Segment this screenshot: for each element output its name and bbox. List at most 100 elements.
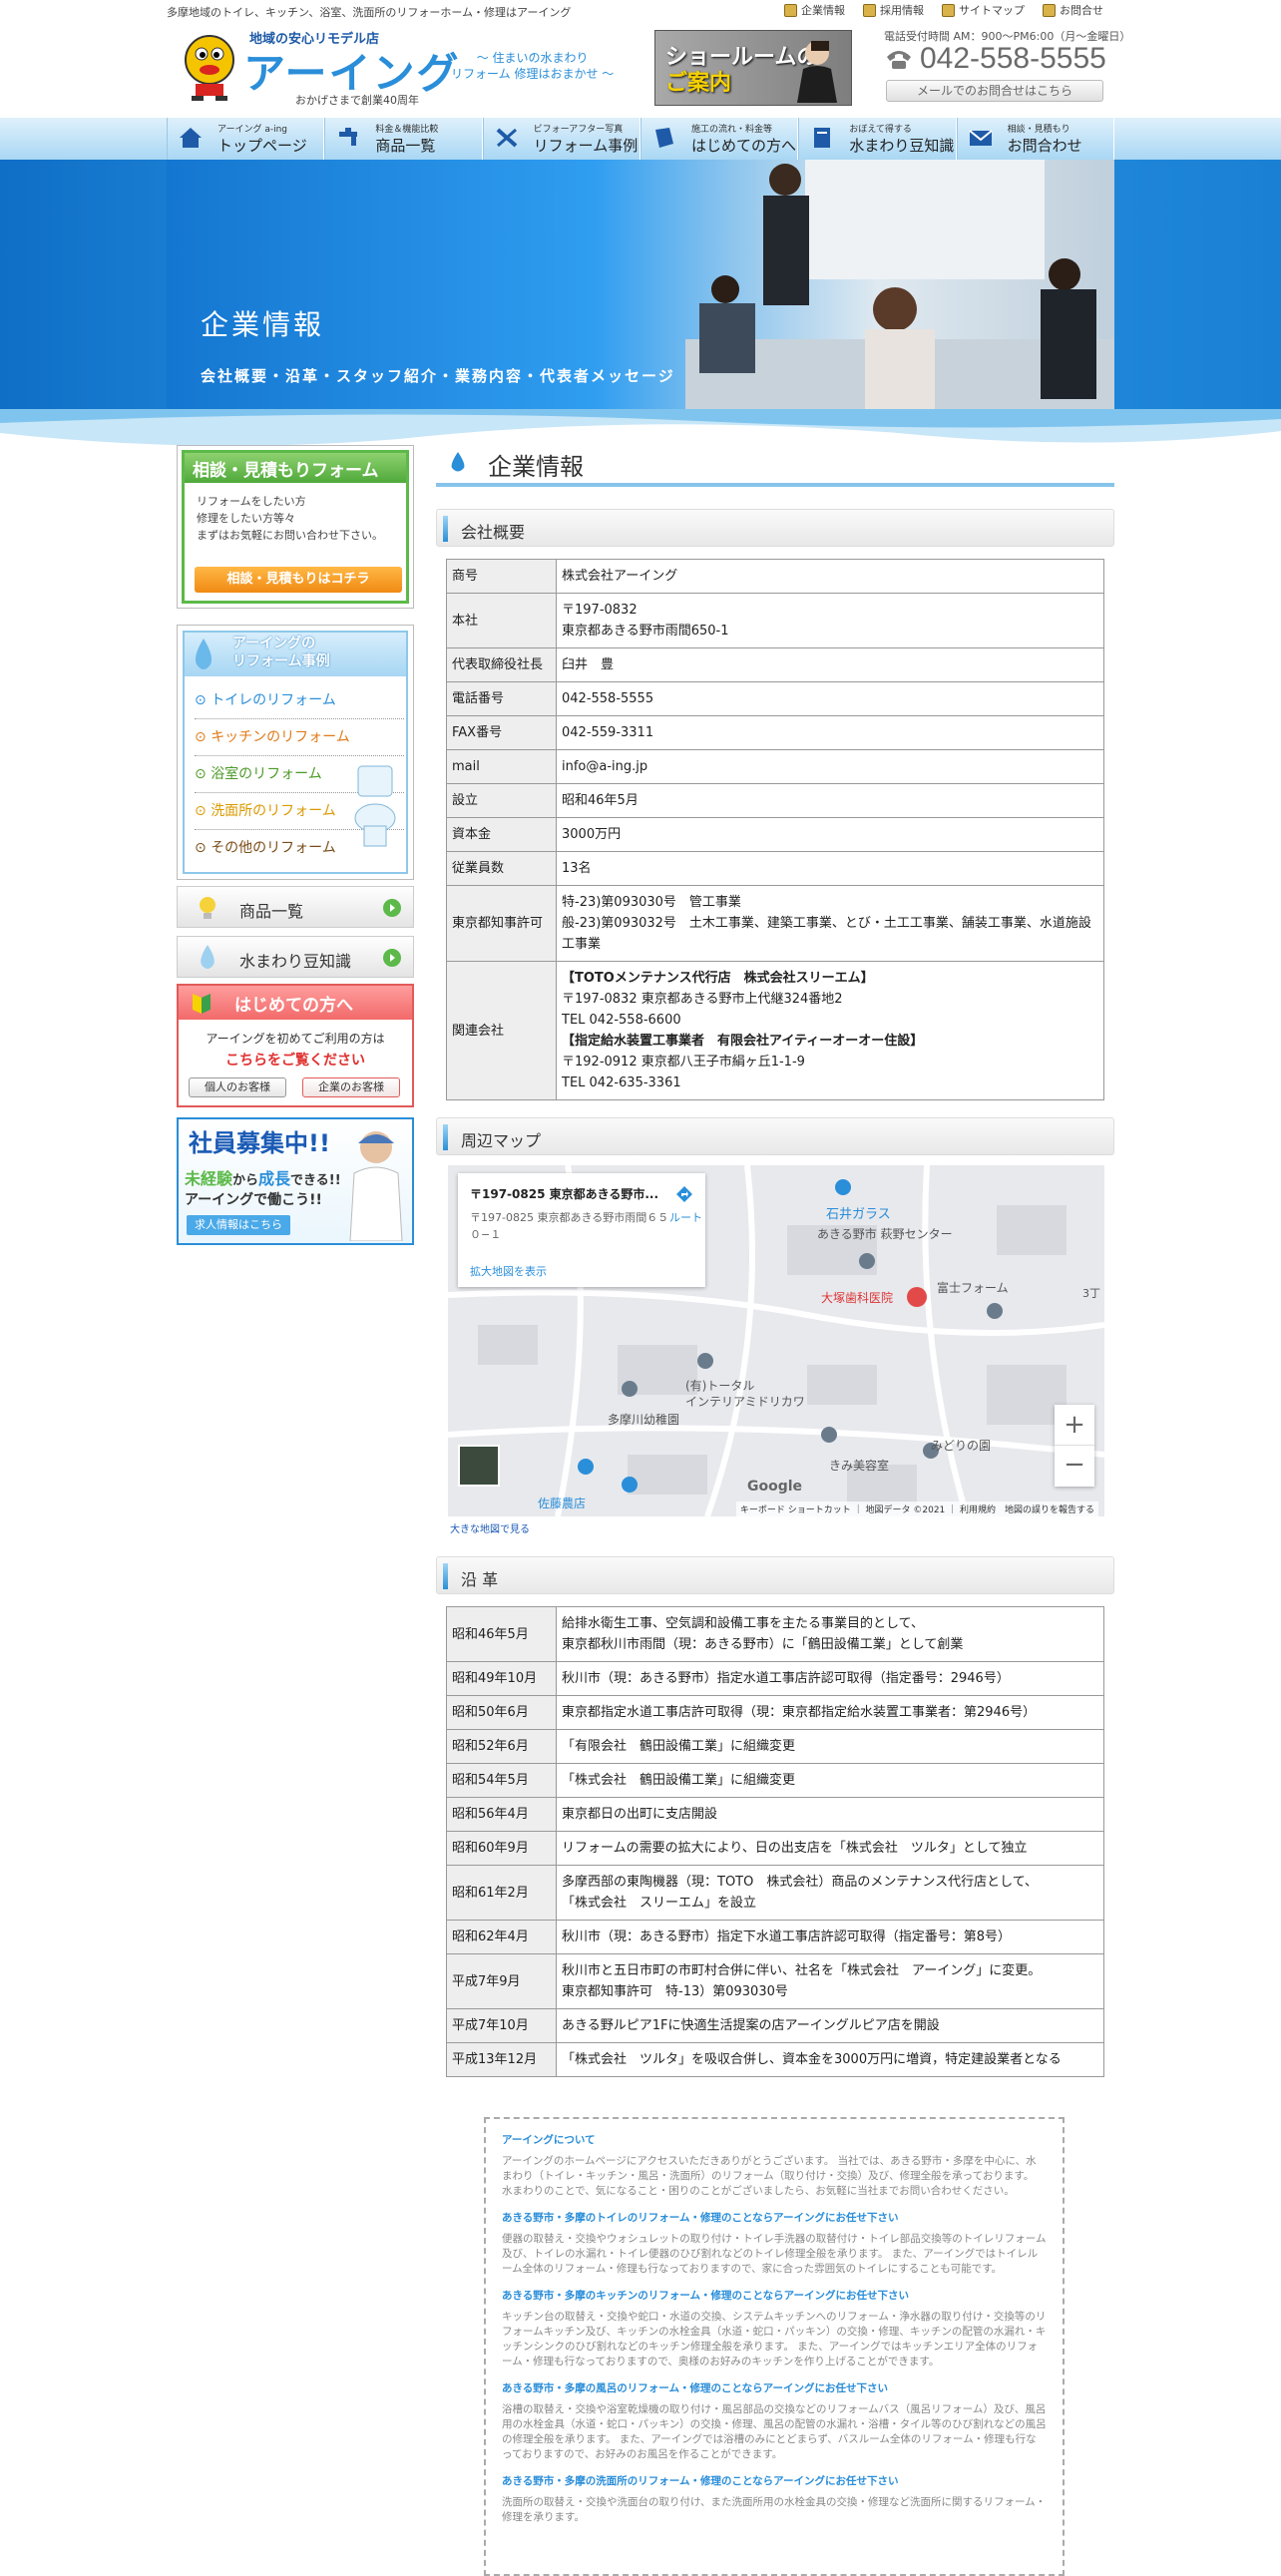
row-value: 給排水衛生工事、空気調和設備工事を主たる事業目的として、 東京都秋川市雨間（現：あ… — [556, 1606, 1104, 1662]
phone-number[interactable]: 042-558-5555 — [884, 42, 1106, 76]
mail-contact-button[interactable]: メールでのお問合せはこちら — [886, 80, 1103, 102]
showroom-banner[interactable]: ショールームの ご案内 — [654, 30, 852, 106]
first-time-link[interactable]: こちらをご覧ください — [179, 1050, 412, 1070]
row-label: mail — [446, 749, 557, 784]
nav-top[interactable]: アーイング a-ing トップページ — [167, 118, 325, 160]
mail-icon — [1043, 3, 1056, 17]
row-label: 昭和54年5月 — [446, 1763, 557, 1798]
table-row: 昭和50年6月 東京都指定水道工事店許可取得（現：東京都指定給水装置工事業者：第2… — [446, 1695, 1104, 1730]
row-label: 東京都知事許可 — [446, 885, 557, 962]
row-value: 「株式会社 鶴田設備工業」に組織変更 — [556, 1763, 1104, 1798]
row-label: 平成7年9月 — [446, 1953, 557, 2009]
row-label: 昭和49年10月 — [446, 1661, 557, 1696]
sitemap-icon — [942, 3, 955, 17]
zoom-out-button[interactable]: − — [1055, 1446, 1094, 1486]
phone-icon — [887, 51, 911, 69]
book-icon — [654, 128, 673, 148]
top-links: 企業情報 採用情報 サイトマップ お問合せ — [784, 2, 1103, 18]
row-value: リフォームの需要の拡大により、日の出支店を「株式会社 ツルタ」として独立 — [556, 1831, 1104, 1866]
arrow-right-icon — [383, 949, 401, 967]
beginner-mark-icon — [193, 994, 211, 1014]
toilet-illustration — [354, 765, 396, 847]
table-row: 平成7年10月 あきる野ルピア1Fに快適生活提案の店アーイングルピア店を開設 — [446, 2008, 1104, 2043]
table-row: 昭和61年2月 多摩西部の東陶機器（現：TOTO 株式会社）商品のメンテナンス代行… — [446, 1865, 1104, 1921]
table-row: 昭和60年9月 リフォームの需要の拡大により、日の出支店を「株式会社 ツルタ」とし… — [446, 1831, 1104, 1866]
row-label: FAX番号 — [446, 715, 557, 750]
site-tagline: 多摩地域のトイレ、キッチン、浴室、洗面所のリフォーホーム・修理はアーイング — [167, 6, 572, 19]
water-drop-icon — [451, 452, 465, 472]
recruit-banner[interactable]: 社員募集中!! 未経験から成長できる!! アーイングで働こう!! 求人情報はこち… — [177, 1117, 414, 1245]
table-row: 東京都知事許可 特-23)第093030号 管工事業 般-23)第093032号 土… — [446, 885, 1104, 962]
satellite-toggle[interactable] — [458, 1445, 500, 1487]
directions-link[interactable]: ルート — [669, 1209, 702, 1225]
enlarge-map-link[interactable]: 拡大地図を表示 — [470, 1263, 547, 1279]
table-row: 昭和54年5月 「株式会社 鶴田設備工業」に組織変更 — [446, 1763, 1104, 1798]
table-row: 従業員数 13名 — [446, 851, 1104, 886]
personal-customer-button[interactable]: 個人のお客様 — [189, 1077, 286, 1097]
hero-banner: 企業情報 会社概要・沿革・スタッフ紹介・業務内容・代表者メッセージ — [167, 160, 1114, 409]
map-label: 大塚歯科医院 — [821, 1291, 894, 1305]
sidebar-water-tips-button[interactable]: 水まわり豆知識 — [177, 936, 414, 978]
map-label: 石井ガラス — [826, 1207, 891, 1222]
row-label: 従業員数 — [446, 851, 557, 886]
company-customer-button[interactable]: 企業のお客様 — [302, 1077, 400, 1097]
nav-beginners[interactable]: 施工の流れ・料金等 はじめての方へ — [640, 118, 799, 160]
table-row: 昭和56年4月 東京都日の出町に支店開設 — [446, 1797, 1104, 1832]
arrow-right-icon — [383, 899, 401, 917]
case-link-kitchen[interactable]: ⊙ キッチンのリフォーム — [195, 719, 404, 756]
map-label: みどりの園 — [931, 1439, 992, 1453]
map-label: インテリアミドリカワ — [685, 1395, 805, 1409]
table-row: 電話番号 042-558-5555 — [446, 681, 1104, 716]
row-label: 昭和61年2月 — [446, 1865, 557, 1921]
section-overview-heading: 会社概要 — [436, 509, 1114, 547]
table-row: 昭和52年6月 「有限会社 鶴田設備工業」に組織変更 — [446, 1729, 1104, 1764]
nav-contact[interactable]: 相談・見積もり お問合わせ — [956, 118, 1114, 160]
top-link-recruit[interactable]: 採用情報 — [863, 2, 924, 18]
top-link-sitemap[interactable]: サイトマップ — [942, 2, 1025, 18]
map-label: あきる野市 萩野センター — [817, 1227, 953, 1241]
case-link-toilet[interactable]: ⊙ トイレのリフォーム — [195, 682, 404, 719]
table-row: 昭和49年10月 秋川市（現：あきる野市）指定水道工事店許認可取得（指定番号：29… — [446, 1661, 1104, 1696]
google-map[interactable]: 石井ガラス あきる野市 萩野センター 大塚歯科医院 富士フォーム (有)トータル… — [448, 1165, 1104, 1516]
sidebar-products-button[interactable]: 商品一覧 — [177, 886, 414, 928]
table-row: 代表取締役社長 臼井 豊 — [446, 647, 1104, 682]
row-value: 「株式会社 ツルタ」を吸収合併し、資本金を3000万円に増資，特定建設業者となる — [556, 2042, 1104, 2077]
map-attribution[interactable]: キーボード ショートカット ｜ 地図データ ©2021 ｜ 利用規約 地図の誤り… — [735, 1502, 1098, 1516]
top-link-contact[interactable]: お問合せ — [1043, 2, 1103, 18]
table-row: 資本金 3000万円 — [446, 817, 1104, 852]
recruit-button[interactable]: 求人情報はこちら — [187, 1215, 290, 1235]
map-label: 3丁 — [1082, 1287, 1100, 1300]
google-logo: Google — [747, 1479, 803, 1495]
nav-water-tips[interactable]: おぼえて得する 水まわり豆知識 — [798, 118, 957, 160]
top-bar: 多摩地域のトイレ、キッチン、浴室、洗面所のリフォーホーム・修理はアーイング 企業… — [0, 0, 1281, 22]
mascot-logo-icon[interactable] — [178, 30, 241, 102]
tools-icon — [496, 128, 517, 148]
consult-box[interactable]: 相談・見積もりフォーム リフォームをしたい方 修理をしたい方等々 まずはお気軽に… — [177, 445, 414, 609]
row-value: 多摩西部の東陶機器（現：TOTO 株式会社）商品のメンテナンス代行店として、 「株… — [556, 1865, 1104, 1921]
zoom-in-button[interactable]: + — [1055, 1405, 1094, 1446]
nav-products[interactable]: 料金＆機能比較 商品一覧 — [324, 118, 483, 160]
row-label: 平成7年10月 — [446, 2008, 557, 2043]
faucet-icon — [339, 128, 358, 146]
row-value: info@a-ing.jp — [556, 749, 1104, 784]
map-zoom-control: + − — [1055, 1405, 1094, 1487]
about-section-title: アーイングについて — [502, 2134, 596, 2146]
nav-reform-cases[interactable]: ビフォーアフター写真 リフォーム事例 — [482, 118, 640, 160]
water-drop-icon — [201, 945, 214, 969]
directions-icon[interactable] — [675, 1185, 693, 1203]
about-section-text: キッチン台の取替え・交換や蛇口・水道の交換、システムキッチンへのリフォーム・浄水… — [502, 2311, 1047, 2367]
top-link-company[interactable]: 企業情報 — [784, 2, 845, 18]
consult-title: 相談・見積もりフォーム — [185, 453, 406, 483]
about-section-text: 便器の取替え・交換やウォシュレットの取り付け・トイレ手洗器の取替付け・トイレ部品… — [502, 2233, 1047, 2275]
person-icon — [863, 3, 876, 17]
large-map-link[interactable]: 大きな地図で見る — [450, 1520, 530, 1535]
row-value: 042-558-5555 — [556, 681, 1104, 716]
consult-button[interactable]: 相談・見積もりはコチラ — [195, 567, 402, 593]
about-section-title: あきる野市・多摩の洗面所のリフォーム・修理のことならアーイングにお任せ下さい — [502, 2475, 899, 2487]
about-section-text: 浴槽の取替え・交換や浴室乾燥機の取り付け・風呂部品の交換などのリフォームバス（風… — [502, 2403, 1047, 2460]
section-map-heading: 周辺マップ — [436, 1117, 1114, 1155]
water-drop-icon — [195, 639, 213, 669]
row-value: あきる野ルピア1Fに快適生活提案の店アーイングルピア店を開設 — [556, 2008, 1104, 2043]
map-card-address: 〒197-0825 東京都あきる野市雨間６５０−１ — [470, 1211, 669, 1241]
table-row: 関連会社 【TOTOメンテナンス代行店 株式会社スリーエム】 〒197-0832 東… — [446, 961, 1104, 1100]
